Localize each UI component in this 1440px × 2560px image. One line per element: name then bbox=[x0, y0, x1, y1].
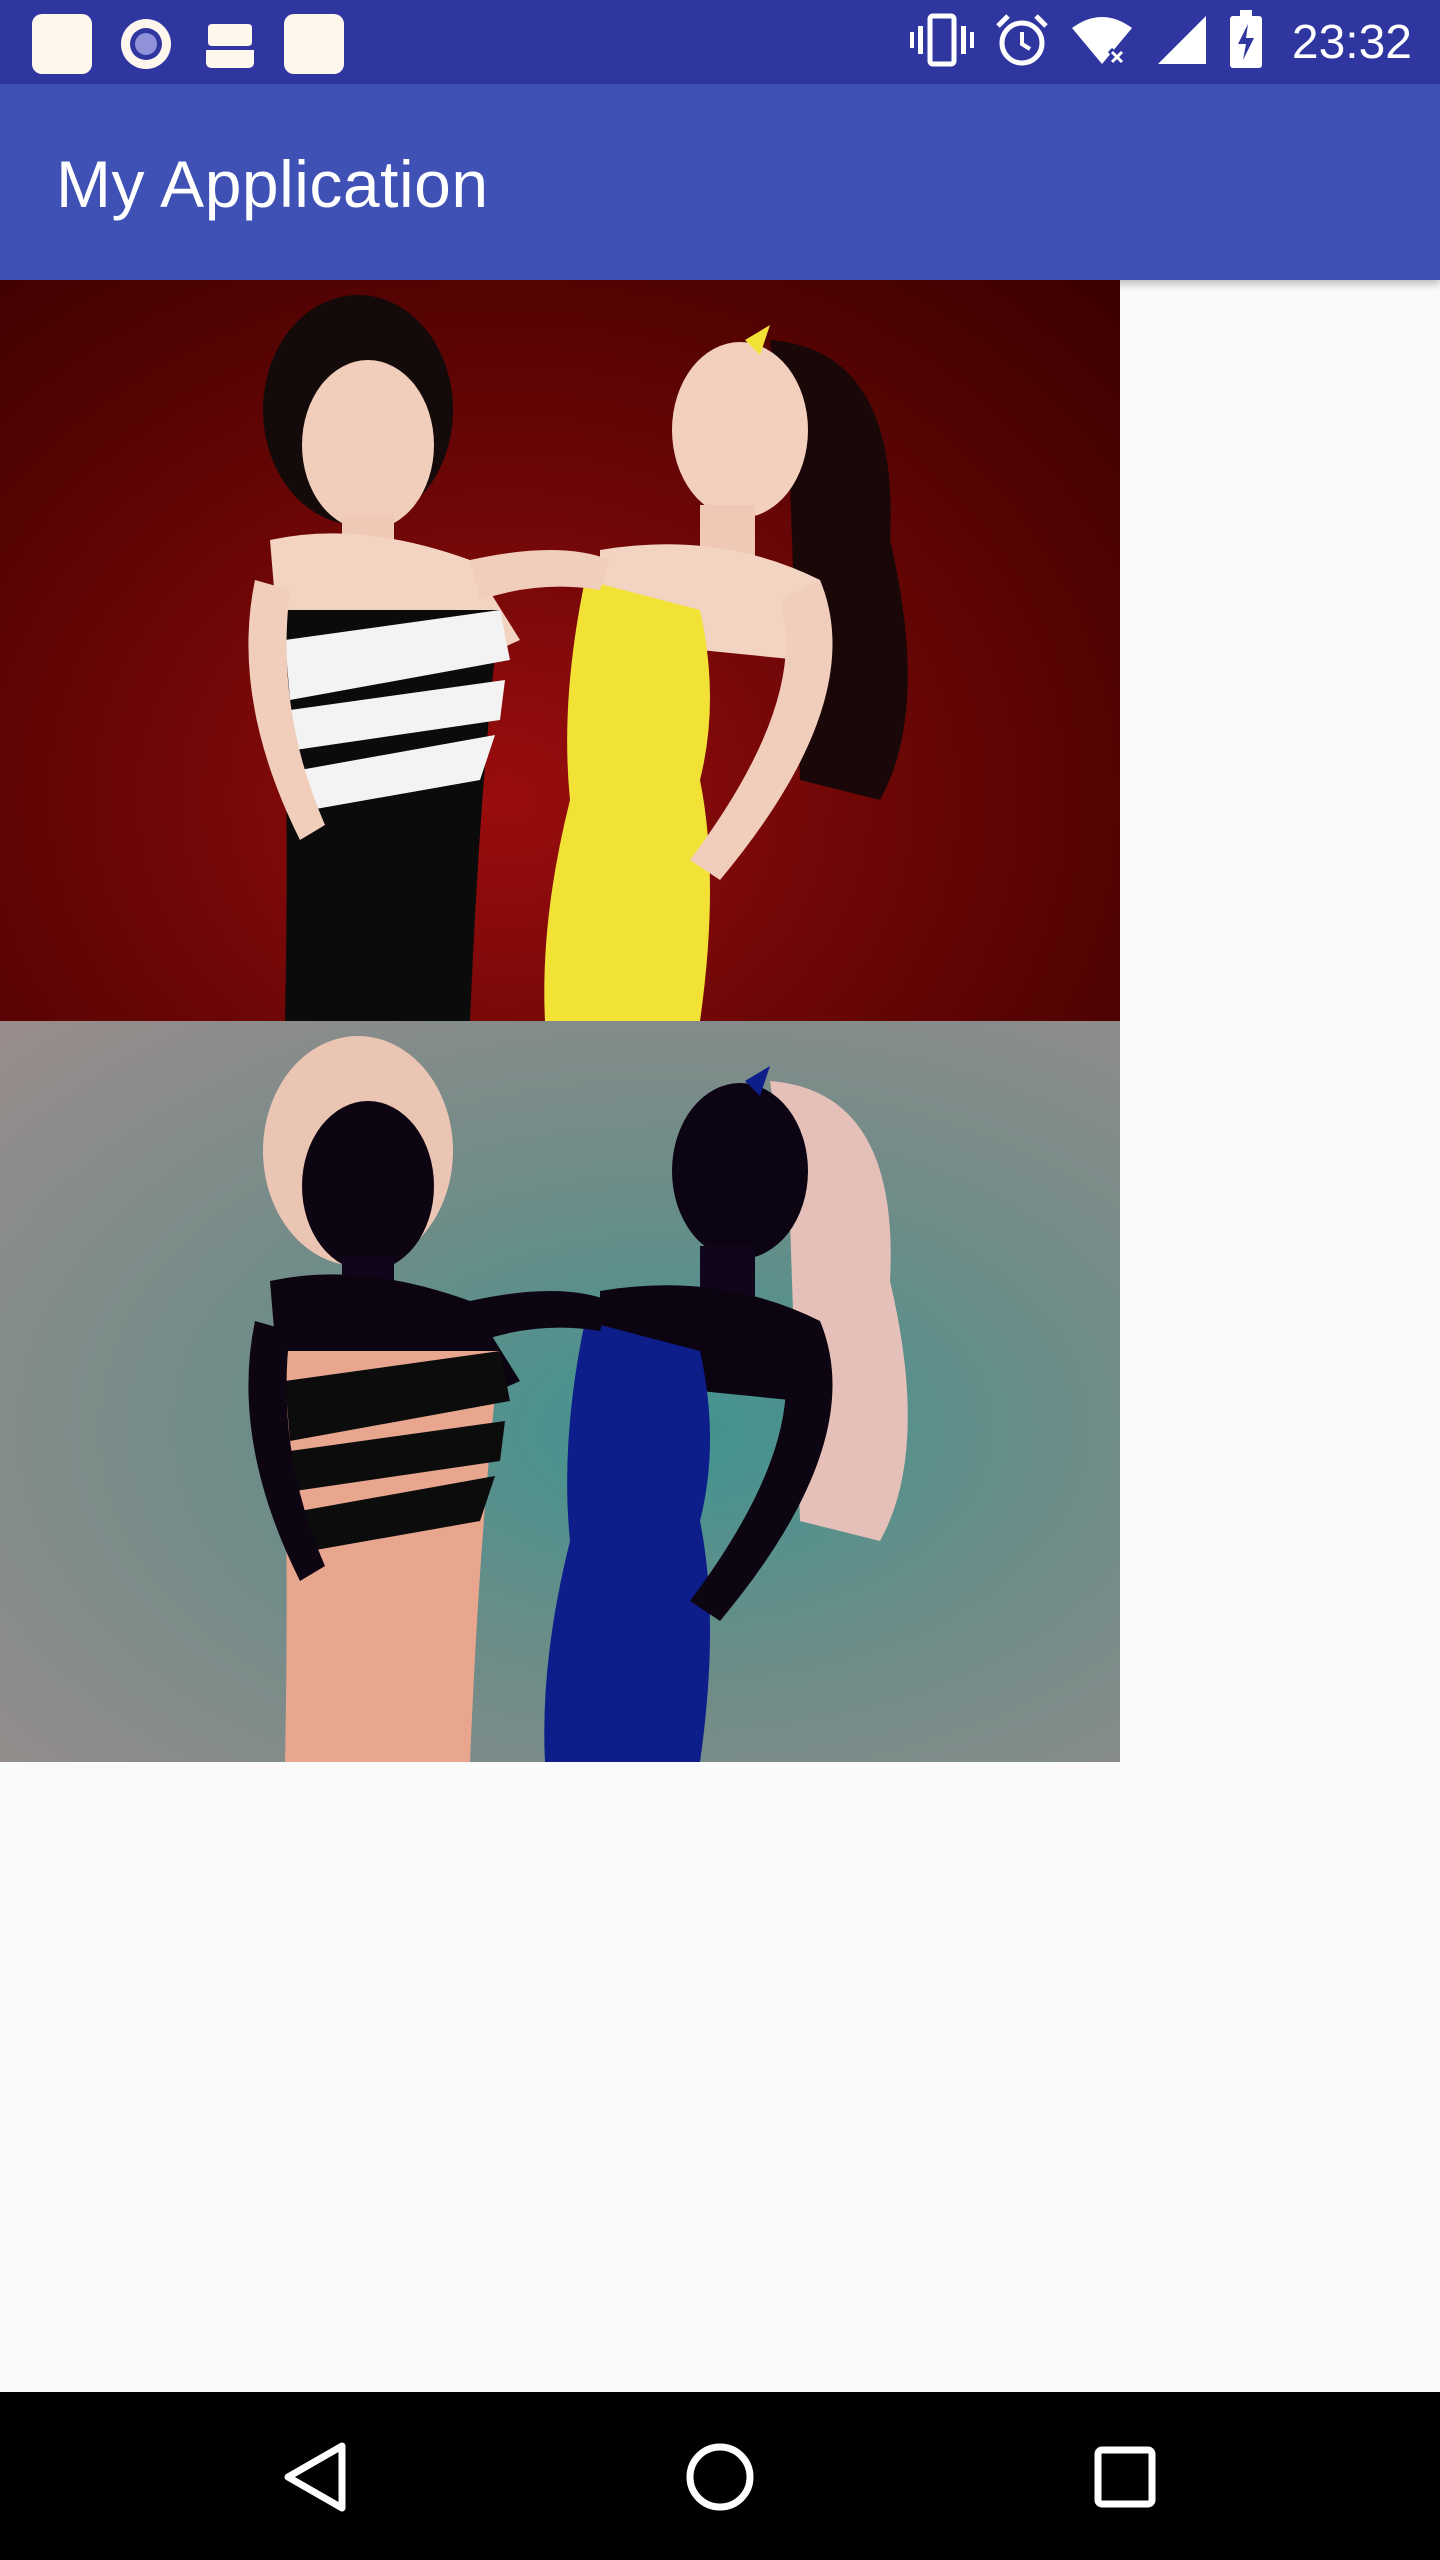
app-title: My Application bbox=[56, 147, 489, 221]
wifi-icon bbox=[1070, 12, 1134, 73]
inverted-photo bbox=[0, 1021, 1120, 1762]
app-bar: My Application bbox=[0, 84, 1440, 280]
system-status-icons: 23:32 bbox=[909, 0, 1412, 84]
alarm-icon bbox=[994, 12, 1050, 73]
notification-app-icon bbox=[32, 14, 92, 74]
left-figure-inverted bbox=[248, 1036, 520, 1762]
original-photo bbox=[0, 280, 1120, 1021]
home-icon[interactable] bbox=[675, 2432, 765, 2522]
battery-charging-icon bbox=[1228, 9, 1264, 75]
cell-signal-icon bbox=[1154, 12, 1208, 73]
notification-icons bbox=[32, 14, 344, 74]
status-time: 23:32 bbox=[1291, 15, 1412, 69]
back-icon[interactable] bbox=[270, 2432, 360, 2522]
screen: 23:32 My Application bbox=[0, 0, 1440, 2560]
status-bar: 23:32 bbox=[0, 0, 1440, 84]
left-figure bbox=[248, 295, 520, 1021]
right-figure bbox=[470, 325, 908, 1021]
recents-icon[interactable] bbox=[1080, 2432, 1170, 2522]
right-figure-inverted bbox=[470, 1066, 908, 1762]
navigation-bar bbox=[0, 2392, 1440, 2560]
notification-target-icon bbox=[116, 14, 176, 74]
notification-app-icon-2 bbox=[284, 14, 344, 74]
notification-android-icon bbox=[200, 14, 260, 74]
vibrate-icon bbox=[909, 12, 974, 73]
